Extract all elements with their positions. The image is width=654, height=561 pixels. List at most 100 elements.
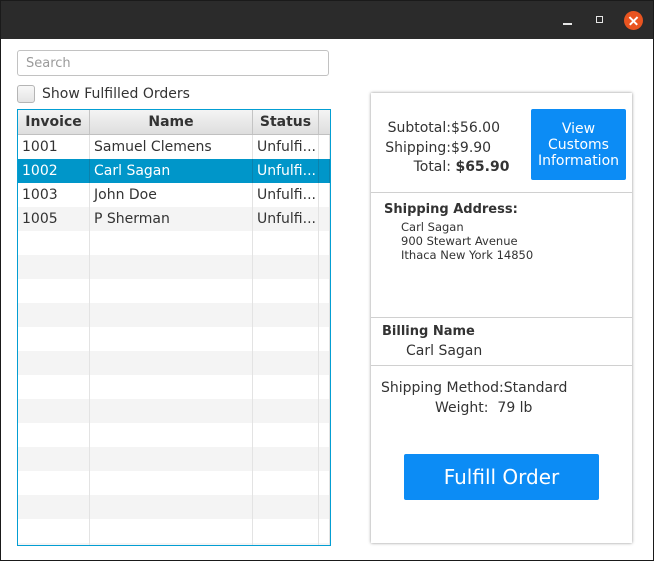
billing-name-title: Billing Name bbox=[382, 324, 475, 339]
empty-cell bbox=[90, 543, 253, 545]
close-icon[interactable] bbox=[624, 11, 643, 30]
shipping-address-title: Shipping Address: bbox=[384, 202, 518, 217]
empty-table-row bbox=[18, 375, 330, 399]
address-line-3: Ithaca New York 14850 bbox=[401, 248, 534, 262]
cell-filler bbox=[319, 135, 330, 159]
shipping-method-value: Standard bbox=[503, 380, 568, 396]
empty-cell bbox=[319, 327, 330, 351]
empty-cell bbox=[18, 519, 90, 543]
empty-cell bbox=[18, 303, 90, 327]
empty-cell bbox=[319, 255, 330, 279]
empty-table-row bbox=[18, 543, 330, 545]
empty-table-row bbox=[18, 231, 330, 255]
table-row-selected[interactable]: 1002 Carl Sagan Unfulfi... bbox=[18, 159, 330, 183]
empty-cell bbox=[253, 231, 319, 255]
view-customs-button[interactable]: View Customs Information bbox=[531, 109, 626, 180]
cell-status: Unfulfi... bbox=[253, 159, 319, 183]
empty-table-row bbox=[18, 255, 330, 279]
empty-table-row bbox=[18, 495, 330, 519]
cell-invoice: 1002 bbox=[18, 159, 90, 183]
address-line-1: Carl Sagan bbox=[401, 220, 464, 234]
total-label: Total: bbox=[413, 159, 451, 175]
show-fulfilled-toggle[interactable]: Show Fulfilled Orders bbox=[17, 84, 190, 104]
empty-cell bbox=[253, 447, 319, 471]
empty-cell bbox=[90, 399, 253, 423]
app-window: Show Fulfilled Orders Invoice Name Statu… bbox=[0, 0, 654, 561]
maximize-icon[interactable] bbox=[591, 11, 609, 29]
empty-table-row bbox=[18, 279, 330, 303]
search-input[interactable] bbox=[17, 50, 329, 76]
empty-cell bbox=[319, 231, 330, 255]
table-row[interactable]: 1003 John Doe Unfulfi... bbox=[18, 183, 330, 207]
fulfill-order-button[interactable]: Fulfill Order bbox=[404, 454, 599, 500]
title-bar bbox=[1, 1, 653, 39]
empty-cell bbox=[253, 351, 319, 375]
empty-cell bbox=[90, 351, 253, 375]
shipping-label: Shipping: bbox=[385, 140, 451, 156]
cell-invoice: 1001 bbox=[18, 135, 90, 159]
empty-cell bbox=[18, 255, 90, 279]
empty-cell bbox=[18, 447, 90, 471]
weight-label: Weight: bbox=[435, 400, 489, 416]
subtotal-row: Subtotal:$56.00 bbox=[379, 120, 500, 136]
empty-cell bbox=[319, 543, 330, 545]
shipping-value: $9.90 bbox=[451, 140, 492, 156]
empty-table-row bbox=[18, 351, 330, 375]
divider bbox=[371, 365, 632, 366]
empty-cell bbox=[319, 471, 330, 495]
orders-table[interactable]: Invoice Name Status 1001 Samuel Clemens … bbox=[17, 109, 331, 546]
cell-name: Carl Sagan bbox=[90, 159, 253, 183]
shipping-method-label: Shipping Method: bbox=[381, 380, 504, 396]
empty-cell bbox=[253, 327, 319, 351]
cell-invoice: 1005 bbox=[18, 207, 90, 231]
empty-cell bbox=[18, 423, 90, 447]
show-fulfilled-checkbox[interactable] bbox=[17, 85, 35, 103]
empty-cell bbox=[90, 231, 253, 255]
empty-cell bbox=[253, 423, 319, 447]
show-fulfilled-label: Show Fulfilled Orders bbox=[42, 86, 190, 102]
empty-cell bbox=[319, 279, 330, 303]
empty-cell bbox=[18, 399, 90, 423]
empty-cell bbox=[18, 495, 90, 519]
empty-cell bbox=[90, 495, 253, 519]
empty-cell bbox=[319, 423, 330, 447]
cell-name: Samuel Clemens bbox=[90, 135, 253, 159]
empty-cell bbox=[319, 519, 330, 543]
empty-cell bbox=[90, 471, 253, 495]
divider bbox=[371, 192, 632, 193]
cell-name: P Sherman bbox=[90, 207, 253, 231]
minimize-icon[interactable] bbox=[559, 11, 577, 29]
empty-cell bbox=[253, 495, 319, 519]
column-header-invoice[interactable]: Invoice bbox=[18, 110, 90, 134]
empty-cell bbox=[90, 327, 253, 351]
empty-cell bbox=[319, 447, 330, 471]
empty-cell bbox=[90, 375, 253, 399]
empty-cell bbox=[90, 303, 253, 327]
weight-row: Weight: 79 lb bbox=[435, 400, 532, 416]
total-value: $65.90 bbox=[455, 159, 510, 175]
table-row[interactable]: 1001 Samuel Clemens Unfulfi... bbox=[18, 135, 330, 159]
empty-table-row bbox=[18, 423, 330, 447]
empty-cell bbox=[319, 399, 330, 423]
table-row[interactable]: 1005 P Sherman Unfulfi... bbox=[18, 207, 330, 231]
empty-cell bbox=[253, 303, 319, 327]
empty-cell bbox=[90, 519, 253, 543]
empty-cell bbox=[18, 231, 90, 255]
column-header-status[interactable]: Status bbox=[253, 110, 319, 134]
empty-cell bbox=[253, 279, 319, 303]
empty-cell bbox=[18, 471, 90, 495]
column-header-name[interactable]: Name bbox=[90, 110, 253, 134]
empty-cell bbox=[253, 399, 319, 423]
empty-cell bbox=[18, 279, 90, 303]
weight-value: 79 lb bbox=[497, 400, 533, 416]
shipping-row: Shipping:$9.90 bbox=[379, 140, 491, 156]
cell-filler bbox=[319, 183, 330, 207]
order-details-panel: Subtotal:$56.00 Shipping:$9.90 Total: $6… bbox=[371, 93, 632, 543]
empty-cell bbox=[319, 495, 330, 519]
empty-cell bbox=[319, 375, 330, 399]
shipping-method-row: Shipping Method:Standard bbox=[381, 380, 567, 396]
empty-table-row bbox=[18, 471, 330, 495]
total-row: Total: $65.90 bbox=[379, 159, 510, 175]
cell-filler bbox=[319, 159, 330, 183]
empty-cell bbox=[18, 351, 90, 375]
